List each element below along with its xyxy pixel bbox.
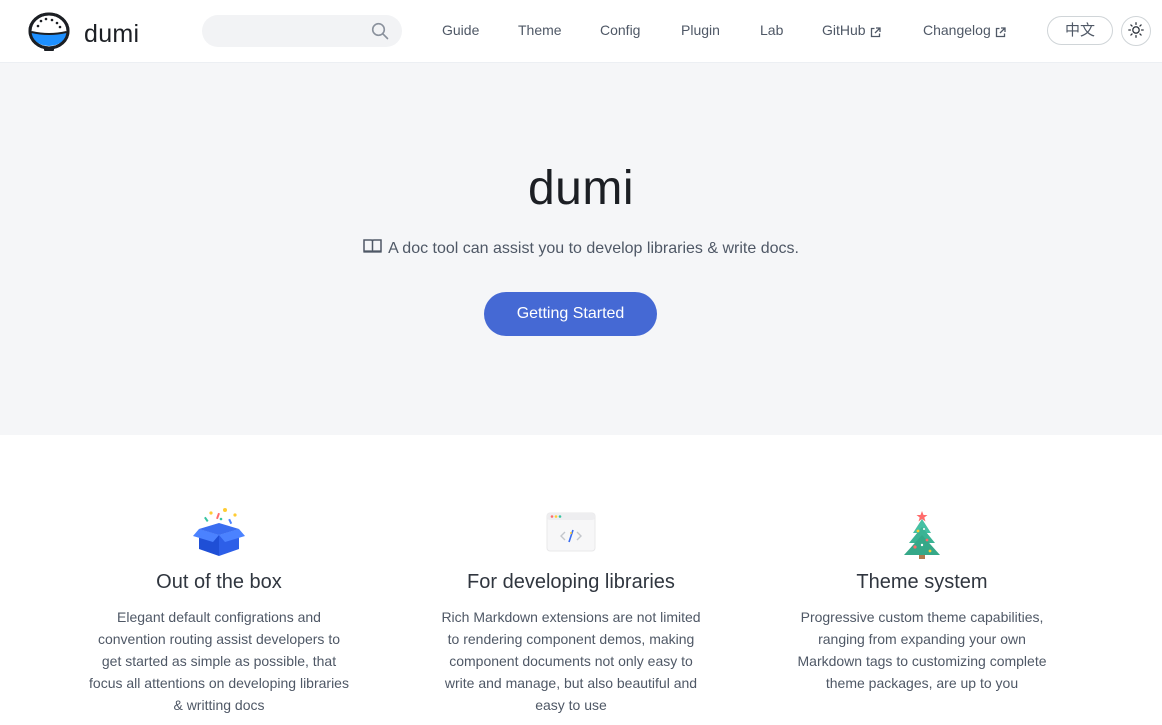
nav-item-guide[interactable]: Guide [442, 22, 479, 38]
feature-title: Theme system [856, 571, 988, 593]
feature-title: For developing libraries [467, 571, 675, 593]
language-switch-button[interactable]: 中文 [1047, 16, 1113, 45]
logo-text: dumi [84, 20, 140, 48]
nav-item-config[interactable]: Config [600, 22, 640, 38]
nav-item-plugin[interactable]: Plugin [681, 22, 720, 38]
external-link-icon [870, 25, 881, 37]
nav-label: Plugin [681, 22, 720, 38]
feature-card: Out of the box Elegant default configrat… [89, 505, 349, 716]
feature-description: Elegant default configrations and conven… [89, 609, 349, 713]
nav-label: Theme [518, 22, 562, 38]
rice-bowl-logo-icon [27, 11, 71, 58]
book-icon [363, 238, 388, 259]
feature-description: Progressive custom theme capabilities, r… [797, 609, 1047, 691]
external-link-icon [995, 25, 1006, 37]
nav-label: Config [600, 22, 641, 38]
search-box [202, 15, 402, 47]
nav-item-theme[interactable]: Theme [518, 22, 562, 38]
sun-icon [1128, 21, 1144, 41]
code-window-icon [543, 505, 599, 561]
features-section: Out of the box Elegant default configrat… [0, 435, 1162, 725]
site-header: dumi Guide Theme Config Plugin Lab GitHu… [0, 0, 1162, 63]
hero-description-text: A doc tool can assist you to develop lib… [388, 239, 799, 257]
hero-section: dumi A doc tool can assist you to develo… [0, 63, 1162, 435]
christmas-tree-icon [894, 505, 950, 561]
feature-description: Rich Markdown extensions are not limited… [441, 609, 701, 713]
hero-title: dumi [527, 162, 635, 215]
home-logo-link[interactable]: dumi [27, 11, 139, 58]
hero-description: A doc tool can assist you to develop lib… [0, 238, 1162, 259]
search-icon[interactable] [371, 22, 389, 40]
feature-card: Theme system Progressive custom theme ca… [792, 505, 1052, 694]
feature-title: Out of the box [156, 571, 282, 593]
nav-item-changelog[interactable]: Changelog [923, 22, 1006, 38]
nav-item-github[interactable]: GitHub [822, 22, 881, 38]
nav-item-lab[interactable]: Lab [760, 22, 783, 38]
gift-box-icon [191, 505, 247, 561]
theme-toggle-button[interactable] [1121, 16, 1151, 46]
getting-started-button[interactable]: Getting Started [484, 292, 657, 336]
feature-card: For developing libraries Rich Markdown e… [441, 505, 701, 716]
nav-label: Lab [760, 22, 784, 38]
nav-label: Changelog [923, 22, 991, 38]
nav-label: GitHub [822, 22, 866, 38]
nav-label: Guide [442, 22, 480, 38]
